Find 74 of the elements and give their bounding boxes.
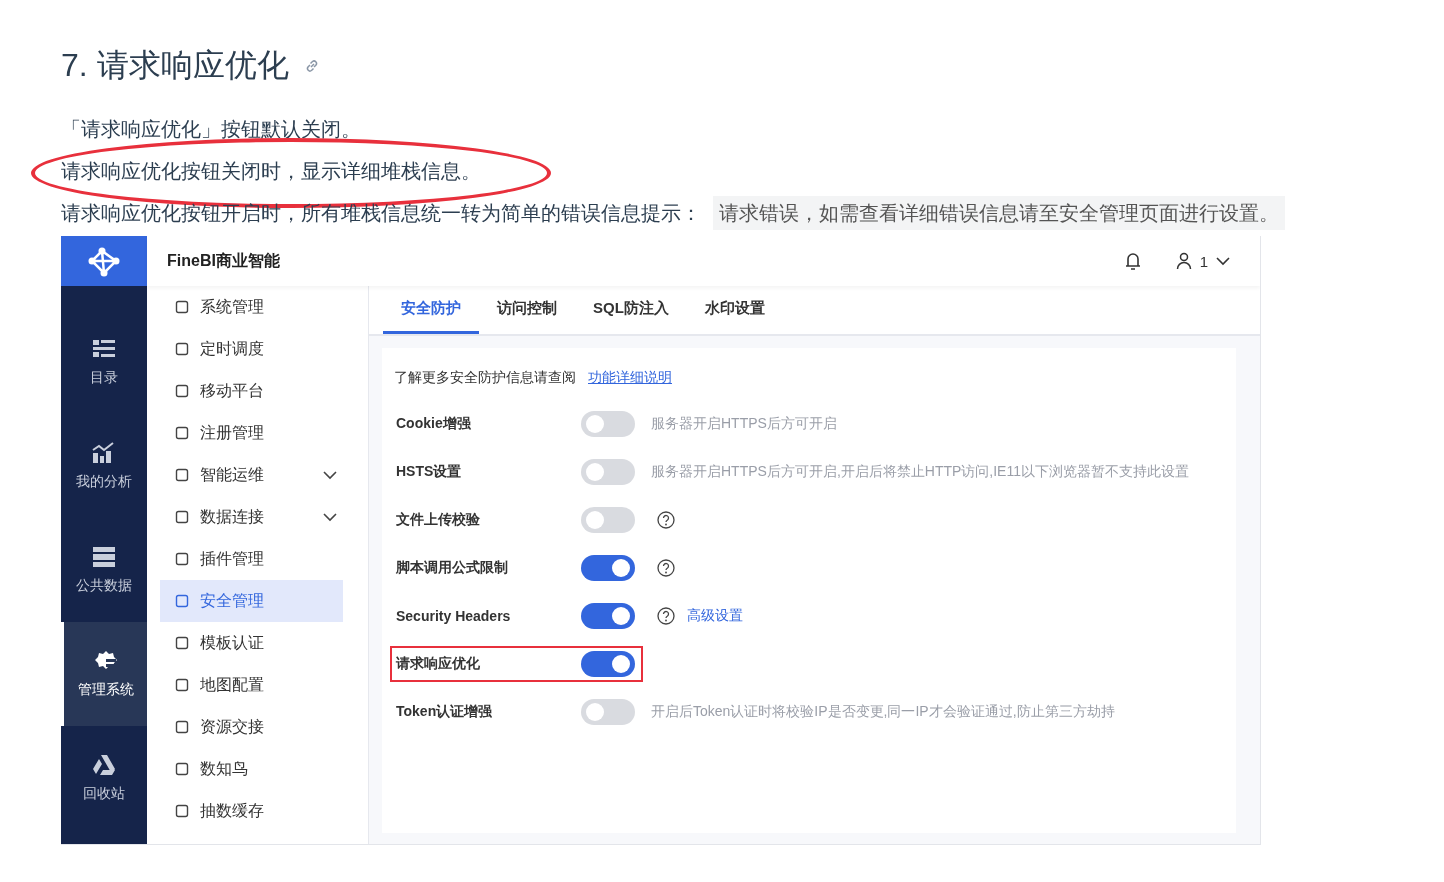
item-icon xyxy=(174,341,190,357)
help-icon[interactable] xyxy=(657,607,675,625)
tab[interactable]: 安全防护 xyxy=(383,286,479,334)
chevron-down-icon xyxy=(323,470,337,480)
toggle-switch[interactable] xyxy=(581,507,635,533)
menu-item[interactable]: 资源交接 xyxy=(160,706,343,748)
tab[interactable]: 访问控制 xyxy=(479,286,575,334)
app-title: FineBI商业智能 xyxy=(167,250,281,271)
help-icon[interactable] xyxy=(657,559,675,577)
item-icon xyxy=(174,509,190,525)
menu-item[interactable]: 数据连接 xyxy=(160,496,343,538)
section-heading: 7. 请求响应优化 xyxy=(61,46,289,85)
menu-item[interactable]: 注册管理 xyxy=(160,412,343,454)
item-icon xyxy=(174,803,190,819)
toggle-switch[interactable] xyxy=(581,699,635,725)
setting-label: 脚本调用公式限制 xyxy=(396,558,509,577)
nav-item[interactable]: 公共数据 xyxy=(61,518,147,622)
nav-item[interactable]: 回收站 xyxy=(61,726,147,830)
docs-link[interactable]: 功能详细说明 xyxy=(588,369,672,387)
nav-item[interactable]: 管理系统 xyxy=(61,622,147,726)
setting-hint: 服务器开启HTTPS后方可开启 xyxy=(651,415,837,433)
item-icon xyxy=(174,467,190,483)
menu-item[interactable]: 移动平台 xyxy=(160,370,343,412)
settings-link[interactable]: 高级设置 xyxy=(687,607,743,625)
tab[interactable]: SQL防注入 xyxy=(575,286,687,334)
nav-item[interactable]: 我的分析 xyxy=(61,414,147,518)
toggle-switch[interactable] xyxy=(581,603,635,629)
inline-code: 请求错误，如需查看详细错误信息请至安全管理页面进行设置。 xyxy=(713,196,1285,230)
setting-label: Cookie增强 xyxy=(396,414,472,433)
chevron-down-icon xyxy=(323,512,337,522)
toggle-switch[interactable] xyxy=(581,555,635,581)
toggle-switch[interactable] xyxy=(581,411,635,437)
user-menu[interactable]: 1 xyxy=(1175,252,1230,270)
menu-item[interactable]: 智能运维 xyxy=(160,454,343,496)
user-name: 1 xyxy=(1199,252,1208,270)
menu-item[interactable]: 安全管理 xyxy=(160,580,343,622)
nav-icon xyxy=(91,753,117,777)
nav-item[interactable]: 目录 xyxy=(61,310,147,414)
toggle-switch[interactable] xyxy=(581,651,635,677)
menu-item[interactable]: 地图配置 xyxy=(160,664,343,706)
menu-item[interactable]: 抽数缓存 xyxy=(160,790,343,832)
setting-label: 文件上传校验 xyxy=(396,510,481,529)
paragraph: 「请求响应优化」按钮默认关闭。 xyxy=(61,117,361,142)
setting-label: 请求响应优化 xyxy=(396,654,481,673)
item-icon xyxy=(174,593,190,609)
item-icon xyxy=(174,551,190,567)
item-icon xyxy=(174,635,190,651)
setting-label: Security Headers xyxy=(396,607,512,626)
item-icon xyxy=(174,719,190,735)
item-icon xyxy=(174,677,190,693)
tab[interactable]: 水印设置 xyxy=(686,286,783,334)
menu-item[interactable]: 定时调度 xyxy=(160,328,343,370)
menu-item[interactable]: 插件管理 xyxy=(160,538,343,580)
setting-hint: 开启后Token认证时将校验IP是否变更,同一IP才会验证通过,防止第三方劫持 xyxy=(651,703,1115,721)
item-icon xyxy=(174,383,190,399)
menu-item[interactable]: 模板认证 xyxy=(160,622,343,664)
item-icon xyxy=(174,761,190,777)
paragraph: 请求响应优化按钮开启时，所有堆栈信息统一转为简单的错误信息提示： xyxy=(61,201,701,226)
help-icon[interactable] xyxy=(657,511,675,529)
toggle-switch[interactable] xyxy=(581,459,635,485)
setting-label: HSTS设置 xyxy=(396,462,463,481)
user-icon xyxy=(1175,252,1192,270)
chevron-down-icon xyxy=(1216,256,1230,266)
bell-icon[interactable] xyxy=(1123,251,1142,271)
nav-icon xyxy=(91,545,117,569)
menu-item[interactable]: 数知鸟 xyxy=(160,748,343,790)
intro-text: 了解更多安全防护信息请查阅 xyxy=(394,369,576,387)
network-logo-icon xyxy=(86,245,122,277)
item-icon xyxy=(174,299,190,315)
item-icon xyxy=(174,425,190,441)
setting-hint: 服务器开启HTTPS后方可开启,开启后将禁止HTTP访问,IE11以下浏览器暂不支持此设置 xyxy=(651,463,1189,481)
menu-item[interactable]: 系统管理 xyxy=(160,286,343,328)
paragraph: 请求响应优化按钮关闭时，显示详细堆栈信息。 xyxy=(61,159,481,184)
setting-label: Token认证增强 xyxy=(396,702,494,721)
